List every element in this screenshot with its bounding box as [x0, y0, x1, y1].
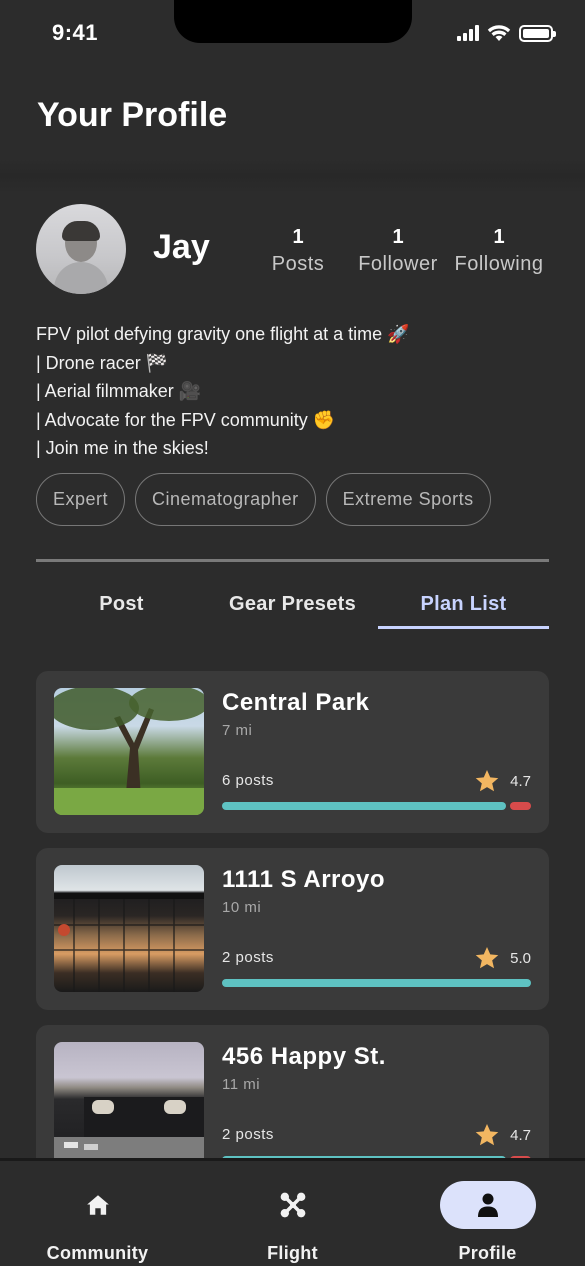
- plan-card[interactable]: 1111 S Arroyo 10 mi 2 posts 5.0: [36, 848, 549, 1010]
- plan-thumbnail: [54, 688, 204, 815]
- stat-following[interactable]: 1 Following: [450, 226, 548, 276]
- nav-flight[interactable]: Flight: [195, 1181, 390, 1264]
- bio-line: FPV pilot defying gravity one flight at …: [36, 324, 410, 344]
- drone-icon: [280, 1192, 305, 1218]
- bio-line: | Join me in the skies!: [36, 438, 209, 459]
- stat-followers-label: Follower: [358, 253, 438, 275]
- tag-chip[interactable]: Expert: [36, 473, 126, 526]
- bottom-navigation: Community Flight Profile: [0, 1158, 585, 1266]
- person-icon: [477, 1193, 498, 1217]
- plan-title: 1111 S Arroyo: [222, 866, 386, 893]
- section-divider: [36, 559, 549, 562]
- sentiment-positive: [222, 979, 531, 987]
- plan-post-count: 2 posts: [222, 1126, 274, 1143]
- sentiment-bar: [222, 979, 531, 987]
- plan-post-count: 2 posts: [222, 949, 274, 966]
- star-icon: [475, 946, 499, 969]
- star-icon: [475, 769, 499, 792]
- sentiment-positive: [222, 802, 506, 810]
- bio-line: | Advocate for the FPV community ✊: [36, 409, 336, 430]
- status-bar: 9:41: [0, 0, 585, 70]
- plan-post-count: 6 posts: [222, 772, 274, 789]
- plan-rating-value: 5.0: [510, 949, 531, 967]
- stat-following-count: 1: [493, 226, 505, 248]
- battery-icon: [519, 24, 556, 42]
- stat-followers[interactable]: 1 Follower: [354, 226, 442, 276]
- home-icon: [86, 1195, 109, 1215]
- header-divider: [0, 158, 585, 194]
- device-notch: [174, 0, 412, 43]
- stat-followers-count: 1: [392, 226, 404, 248]
- nav-community[interactable]: Community: [0, 1181, 195, 1264]
- star-icon: [475, 1123, 499, 1146]
- bio-line: | Drone racer 🏁: [36, 352, 169, 373]
- plan-thumbnail: [54, 1042, 204, 1169]
- sentiment-bar: [222, 802, 531, 810]
- cellular-signal-icon: [457, 25, 479, 41]
- tab-plan-list[interactable]: Plan List: [378, 583, 549, 629]
- plan-rating: 4.7: [474, 1122, 531, 1148]
- tag-chip[interactable]: Extreme Sports: [325, 473, 491, 526]
- wifi-icon: [487, 25, 511, 41]
- avatar[interactable]: [36, 204, 126, 294]
- plan-card[interactable]: Central Park 7 mi 6 posts 4.7: [36, 671, 549, 833]
- plan-rating: 4.7: [474, 768, 531, 794]
- plan-title: Central Park: [222, 689, 370, 716]
- plan-rating-value: 4.7: [510, 1126, 531, 1144]
- profile-tags: Expert Cinematographer Extreme Sports: [36, 473, 491, 526]
- nav-flight-label: Flight: [267, 1243, 318, 1263]
- nav-community-label: Community: [46, 1243, 149, 1263]
- nav-profile-label: Profile: [458, 1243, 517, 1263]
- plan-distance: 11 mi: [222, 1076, 261, 1093]
- tag-chip[interactable]: Cinematographer: [135, 473, 316, 526]
- status-time: 9:41: [52, 20, 99, 45]
- page-title: Your Profile: [37, 96, 228, 134]
- sentiment-negative: [509, 802, 531, 810]
- plan-thumbnail: [54, 865, 204, 992]
- plan-rating-value: 4.7: [510, 772, 531, 790]
- tab-gear-presets[interactable]: Gear Presets: [207, 583, 378, 629]
- stat-posts-count: 1: [292, 226, 304, 248]
- profile-tabs: Post Gear Presets Plan List: [36, 583, 549, 629]
- tab-post[interactable]: Post: [36, 583, 207, 629]
- plan-distance: 10 mi: [222, 899, 262, 916]
- nav-profile[interactable]: Profile: [390, 1181, 585, 1264]
- username: Jay: [153, 228, 210, 266]
- bio-line: | Aerial filmmaker 🎥: [36, 381, 202, 402]
- stat-posts-label: Posts: [271, 253, 325, 275]
- plan-distance: 7 mi: [222, 722, 253, 739]
- plan-rating: 5.0: [474, 945, 531, 971]
- profile-bio: FPV pilot defying gravity one flight at …: [36, 320, 556, 463]
- plan-title: 456 Happy St.: [222, 1043, 386, 1070]
- stat-posts[interactable]: 1 Posts: [264, 226, 332, 276]
- stat-following-label: Following: [454, 253, 544, 275]
- status-icons: [457, 24, 556, 42]
